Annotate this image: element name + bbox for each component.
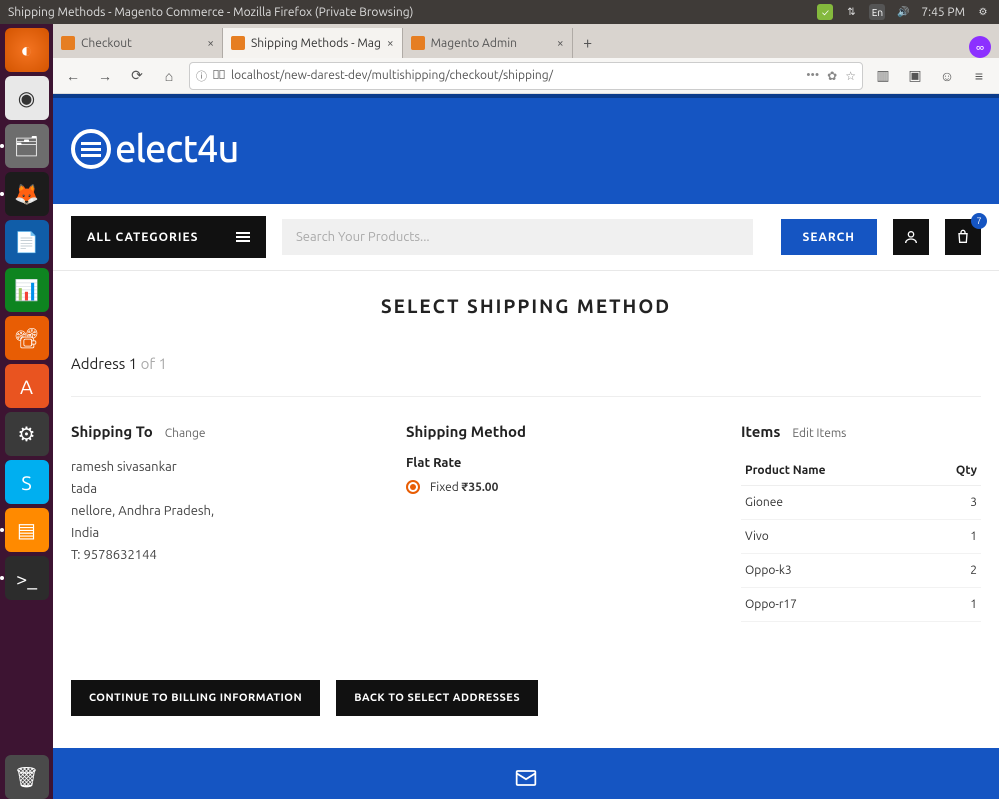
menu-lines-icon <box>236 236 250 238</box>
favicon-icon <box>411 36 425 50</box>
items-heading: Items <box>741 423 780 440</box>
launcher-software[interactable]: A <box>5 364 49 408</box>
col-qty: Qty <box>922 456 981 486</box>
browser-tabbar: Checkout × Shipping Methods - Mag × Mage… <box>53 24 999 58</box>
library-icon[interactable]: ▥ <box>871 64 895 88</box>
shipping-method-group: Flat Rate <box>406 456 721 470</box>
all-categories-button[interactable]: ALL CATEGORIES <box>71 216 266 258</box>
search-input[interactable] <box>282 219 753 255</box>
tab-label: Shipping Methods - Mag <box>251 37 381 50</box>
items-column: Items Edit Items Product Name Qty Gionee… <box>741 423 981 622</box>
home-button[interactable]: ⌂ <box>157 64 181 88</box>
close-icon[interactable]: × <box>207 37 214 50</box>
reload-button[interactable]: ⟳ <box>125 64 149 88</box>
change-address-link[interactable]: Change <box>165 427 206 440</box>
launcher-skype[interactable]: S <box>5 460 49 504</box>
launcher-sublime[interactable]: ▤ <box>5 508 49 552</box>
browser-navbar: ← → ⟳ ⌂ ⓘ 🛡̷ localhost/new-darest-dev/mu… <box>53 58 999 94</box>
volume-icon[interactable]: 🔊 <box>895 4 911 20</box>
launcher-calc[interactable]: 📊 <box>5 268 49 312</box>
page-title: SELECT SHIPPING METHOD <box>53 271 999 349</box>
bookmark-icon[interactable]: ☆ <box>845 69 856 83</box>
page-viewport[interactable]: elect4u ALL CATEGORIES SEARCH 7 <box>53 94 999 799</box>
radio-selected-icon <box>406 480 420 494</box>
all-categories-label: ALL CATEGORIES <box>87 231 199 244</box>
account-icon[interactable]: ☺ <box>935 64 959 88</box>
close-icon[interactable]: × <box>387 37 394 50</box>
site-logo[interactable]: elect4u <box>71 128 238 170</box>
status-ok-icon: ✓ <box>817 4 833 20</box>
power-icon[interactable]: ⚙ <box>975 4 991 20</box>
private-browsing-icon: ∞ <box>969 36 991 58</box>
launcher-impress[interactable]: 📽 <box>5 316 49 360</box>
shipping-option-flat-rate[interactable]: Fixed ₹35.00 <box>406 480 721 494</box>
cart-badge: 7 <box>971 213 987 229</box>
address-index: Address 1 of 1 <box>71 349 981 397</box>
items-table: Product Name Qty Gionee3 Vivo1 Oppo-k32 … <box>741 456 981 622</box>
browser-window: Checkout × Shipping Methods - Mag × Mage… <box>53 24 999 799</box>
launcher-dash[interactable]: ◐ <box>5 28 49 72</box>
shipping-to-heading: Shipping To <box>71 423 153 440</box>
launcher-chrome[interactable]: ◉ <box>5 76 49 120</box>
shipping-method-heading: Shipping Method <box>406 423 526 440</box>
close-icon[interactable]: × <box>557 37 564 50</box>
back-button[interactable]: ← <box>61 64 85 88</box>
back-button-page[interactable]: BACK TO SELECT ADDRESSES <box>336 680 538 716</box>
tab-checkout[interactable]: Checkout × <box>53 28 223 58</box>
col-product-name: Product Name <box>741 456 922 486</box>
launcher-terminal[interactable]: >_ <box>5 556 49 600</box>
more-icon[interactable]: ••• <box>806 69 819 83</box>
launcher-files[interactable]: 🗂 <box>5 124 49 168</box>
network-icon: ⇅ <box>843 4 859 20</box>
account-button[interactable] <box>893 219 929 255</box>
tab-label: Checkout <box>81 37 132 50</box>
launcher-trash[interactable]: 🗑 <box>5 755 49 799</box>
tab-shipping-methods[interactable]: Shipping Methods - Mag × <box>223 28 403 58</box>
address-block: ramesh sivasankar tada nellore, Andhra P… <box>71 456 386 566</box>
table-row: Oppo-k32 <box>741 554 981 588</box>
url-text: localhost/new-darest-dev/multishipping/c… <box>231 69 800 82</box>
launcher-writer[interactable]: 📄 <box>5 220 49 264</box>
url-bar[interactable]: ⓘ 🛡̷ localhost/new-darest-dev/multishipp… <box>189 62 863 90</box>
person-icon <box>903 229 919 245</box>
language-indicator[interactable]: En <box>869 4 885 20</box>
favicon-icon <box>61 36 75 50</box>
table-row: Oppo-r171 <box>741 588 981 622</box>
continue-button[interactable]: CONTINUE TO BILLING INFORMATION <box>71 680 320 716</box>
shipping-method-column: Shipping Method Flat Rate Fixed ₹35.00 <box>406 423 721 622</box>
table-row: Gionee3 <box>741 486 981 520</box>
window-title: Shipping Methods - Magento Commerce - Mo… <box>8 6 413 19</box>
info-icon[interactable]: ⓘ <box>196 68 207 84</box>
tracker-icon: 🛡̷ <box>213 69 225 82</box>
launcher-firefox[interactable]: 🦊 <box>5 172 49 216</box>
action-bar: CONTINUE TO BILLING INFORMATION BACK TO … <box>53 648 999 748</box>
site-header: elect4u <box>53 94 999 204</box>
bag-icon <box>955 229 971 245</box>
table-row: Vivo1 <box>741 520 981 554</box>
menu-icon[interactable]: ≡ <box>967 64 991 88</box>
ubuntu-launcher: ◐ ◉ 🗂 🦊 📄 📊 📽 A ⚙ S ▤ >_ 🗑 <box>0 24 53 799</box>
favicon-icon <box>231 36 245 50</box>
new-tab-button[interactable]: + <box>573 28 603 58</box>
cart-button[interactable]: 7 <box>945 219 981 255</box>
reader-icon[interactable]: ✿ <box>827 69 837 83</box>
forward-button[interactable]: → <box>93 64 117 88</box>
footer-strip <box>53 748 999 799</box>
os-top-bar: Shipping Methods - Magento Commerce - Mo… <box>0 0 999 24</box>
shipping-to-column: Shipping To Change ramesh sivasankar tad… <box>71 423 386 622</box>
search-button[interactable]: SEARCH <box>781 219 878 255</box>
newsletter-icon <box>512 764 540 792</box>
logo-text: elect4u <box>115 128 238 170</box>
tab-label: Magento Admin <box>431 37 517 50</box>
launcher-settings[interactable]: ⚙ <box>5 412 49 456</box>
nav-subbar: ALL CATEGORIES SEARCH 7 <box>53 204 999 271</box>
clock[interactable]: 7:45 PM <box>921 6 965 19</box>
sidebar-icon[interactable]: ▣ <box>903 64 927 88</box>
logo-icon <box>71 129 111 169</box>
edit-items-link[interactable]: Edit Items <box>792 427 846 440</box>
tab-magento-admin[interactable]: Magento Admin × <box>403 28 573 58</box>
